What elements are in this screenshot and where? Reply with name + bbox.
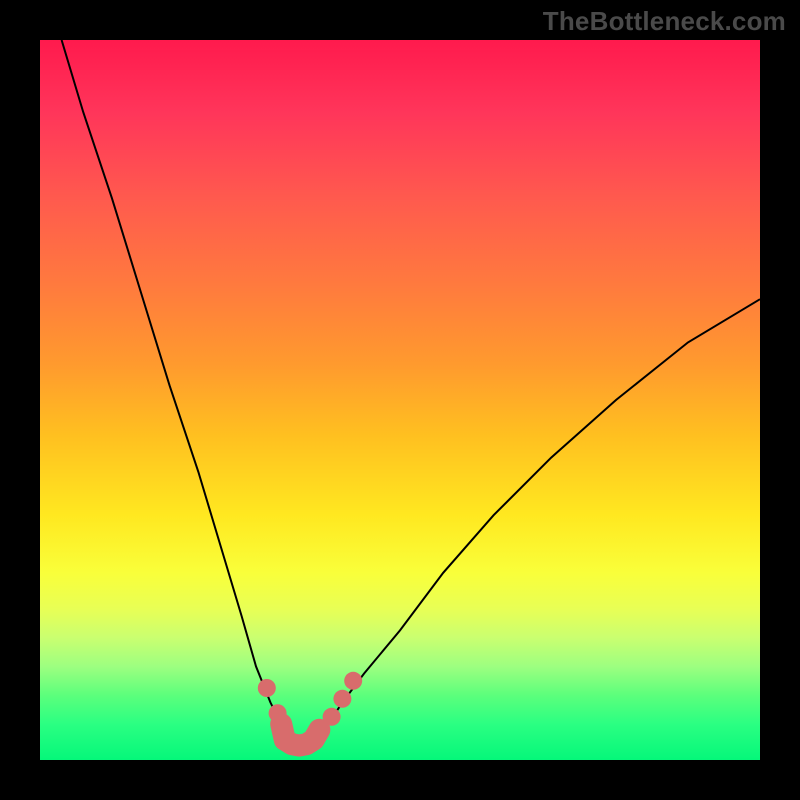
highlight-dot	[258, 679, 276, 697]
curve-path	[62, 40, 760, 746]
highlight-dot	[333, 690, 351, 708]
watermark-text: TheBottleneck.com	[543, 6, 786, 37]
frame: TheBottleneck.com	[0, 0, 800, 800]
highlight-dot	[269, 704, 287, 722]
bottom-marker	[281, 724, 319, 746]
highlight-dot	[344, 672, 362, 690]
highlight-dot	[323, 708, 341, 726]
highlight-dots	[258, 672, 362, 726]
plot-area	[40, 40, 760, 760]
bottleneck-curve	[40, 40, 760, 760]
